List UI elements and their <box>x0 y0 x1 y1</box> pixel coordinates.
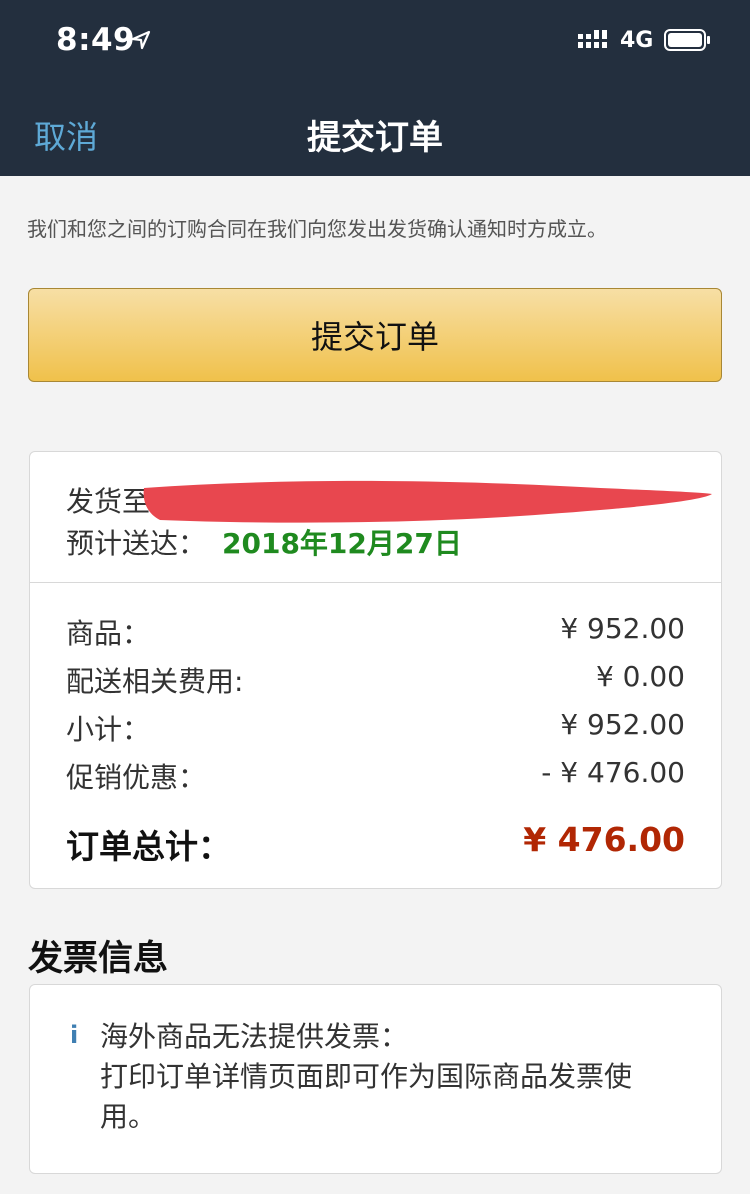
summary-value: ¥ 952.00 <box>560 612 685 645</box>
summary-label: 促销优惠： <box>66 761 207 794</box>
location-arrow-icon <box>131 30 151 50</box>
summary-value: - ¥ 476.00 <box>541 756 685 789</box>
summary-value: ¥ 952.00 <box>560 708 685 741</box>
summary-label: 商品： <box>66 617 151 650</box>
invoice-line-1: 海外商品无法提供发票： <box>100 1020 409 1053</box>
info-icon: i <box>70 1021 79 1049</box>
shipping-section: 发货至 预计送达： 2018年12月27日 <box>30 452 721 583</box>
status-time: 8:49 <box>56 22 136 58</box>
invoice-section-title: 发票信息 <box>28 939 169 979</box>
invoice-line-2: 打印订单详情页面即可作为国际商品发票使 <box>100 1060 633 1093</box>
summary-value: ¥ 0.00 <box>595 660 685 693</box>
order-total-label: 订单总计： <box>66 827 231 866</box>
submit-order-button[interactable]: 提交订单 <box>28 288 722 382</box>
page-title: 提交订单 <box>307 118 443 158</box>
invoice-card: i 海外商品无法提供发票： 打印订单详情页面即可作为国际商品发票使 用。 <box>29 984 722 1174</box>
ship-to-label: 发货至 <box>66 485 151 518</box>
summary-row-items: 商品： ¥ 952.00 <box>66 612 685 652</box>
invoice-line-3: 用。 <box>100 1100 157 1133</box>
summary-row-promotion: 促销优惠： - ¥ 476.00 <box>66 756 685 796</box>
order-total-value: ¥ 476.00 <box>523 820 685 859</box>
summary-label: 小计： <box>66 713 151 746</box>
network-type: 4G <box>620 28 654 53</box>
battery-icon <box>664 29 710 51</box>
order-total-row: 订单总计： ¥ 476.00 <box>66 820 685 868</box>
eta-date: 2018年12月27日 <box>222 527 462 560</box>
summary-row-subtotal: 小计： ¥ 952.00 <box>66 708 685 748</box>
top-header: 8:49 4G 取消 提交订单 <box>0 0 750 176</box>
summary-label: 配送相关费用: <box>66 665 244 698</box>
redaction-mark <box>143 480 713 523</box>
eta-label: 预计送达： <box>66 527 207 560</box>
agreement-notice: 我们和您之间的订购合同在我们向您发出发货确认通知时方成立。 <box>27 217 607 241</box>
order-summary-card: 发货至 预计送达： 2018年12月27日 商品： ¥ 952.00 配送相关费… <box>29 451 722 889</box>
summary-row-shipping: 配送相关费用: ¥ 0.00 <box>66 660 685 700</box>
signal-icon <box>578 30 607 48</box>
